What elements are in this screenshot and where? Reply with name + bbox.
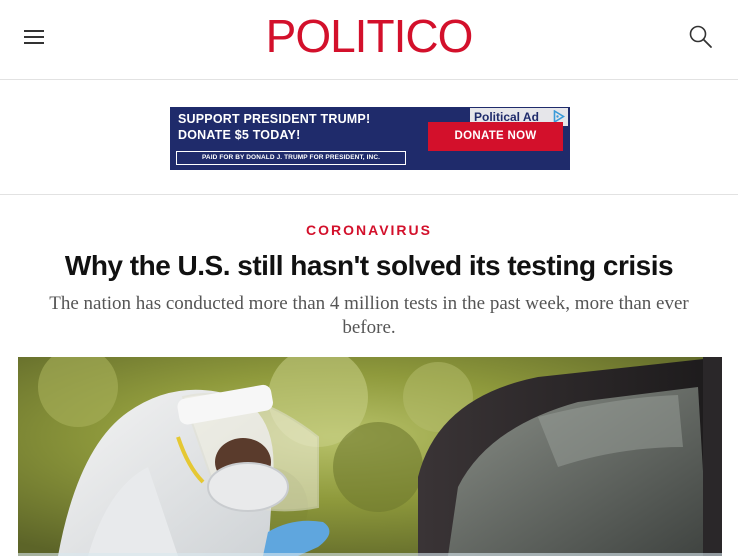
donate-now-button[interactable]: DONATE NOW <box>428 122 563 151</box>
page: POLITICO SUPPORT PRESIDENT TRUMP! DONATE… <box>0 0 738 556</box>
search-icon[interactable] <box>688 24 714 50</box>
lead-photo-illustration <box>18 357 722 556</box>
ad-headline-line1: SUPPORT PRESIDENT TRUMP! <box>178 112 371 126</box>
politico-logo[interactable]: POLITICO <box>0 10 738 62</box>
lead-photo[interactable] <box>18 357 722 556</box>
article-dek: The nation has conducted more than 4 mil… <box>49 293 689 338</box>
site-header: POLITICO <box>0 0 738 80</box>
political-ad-banner[interactable]: SUPPORT PRESIDENT TRUMP! DONATE $5 TODAY… <box>170 107 570 170</box>
ad-zone: SUPPORT PRESIDENT TRUMP! DONATE $5 TODAY… <box>0 81 738 195</box>
section-kicker-link[interactable]: CORONAVIRUS <box>0 221 738 239</box>
ad-headline: SUPPORT PRESIDENT TRUMP! DONATE $5 TODAY… <box>178 111 418 143</box>
ad-paid-for-disclaimer: PAID FOR BY DONALD J. TRUMP FOR PRESIDEN… <box>176 151 406 165</box>
article-headline[interactable]: Why the U.S. still hasn't solved its tes… <box>0 249 738 283</box>
ad-headline-line2: DONATE $5 TODAY! <box>178 128 301 142</box>
